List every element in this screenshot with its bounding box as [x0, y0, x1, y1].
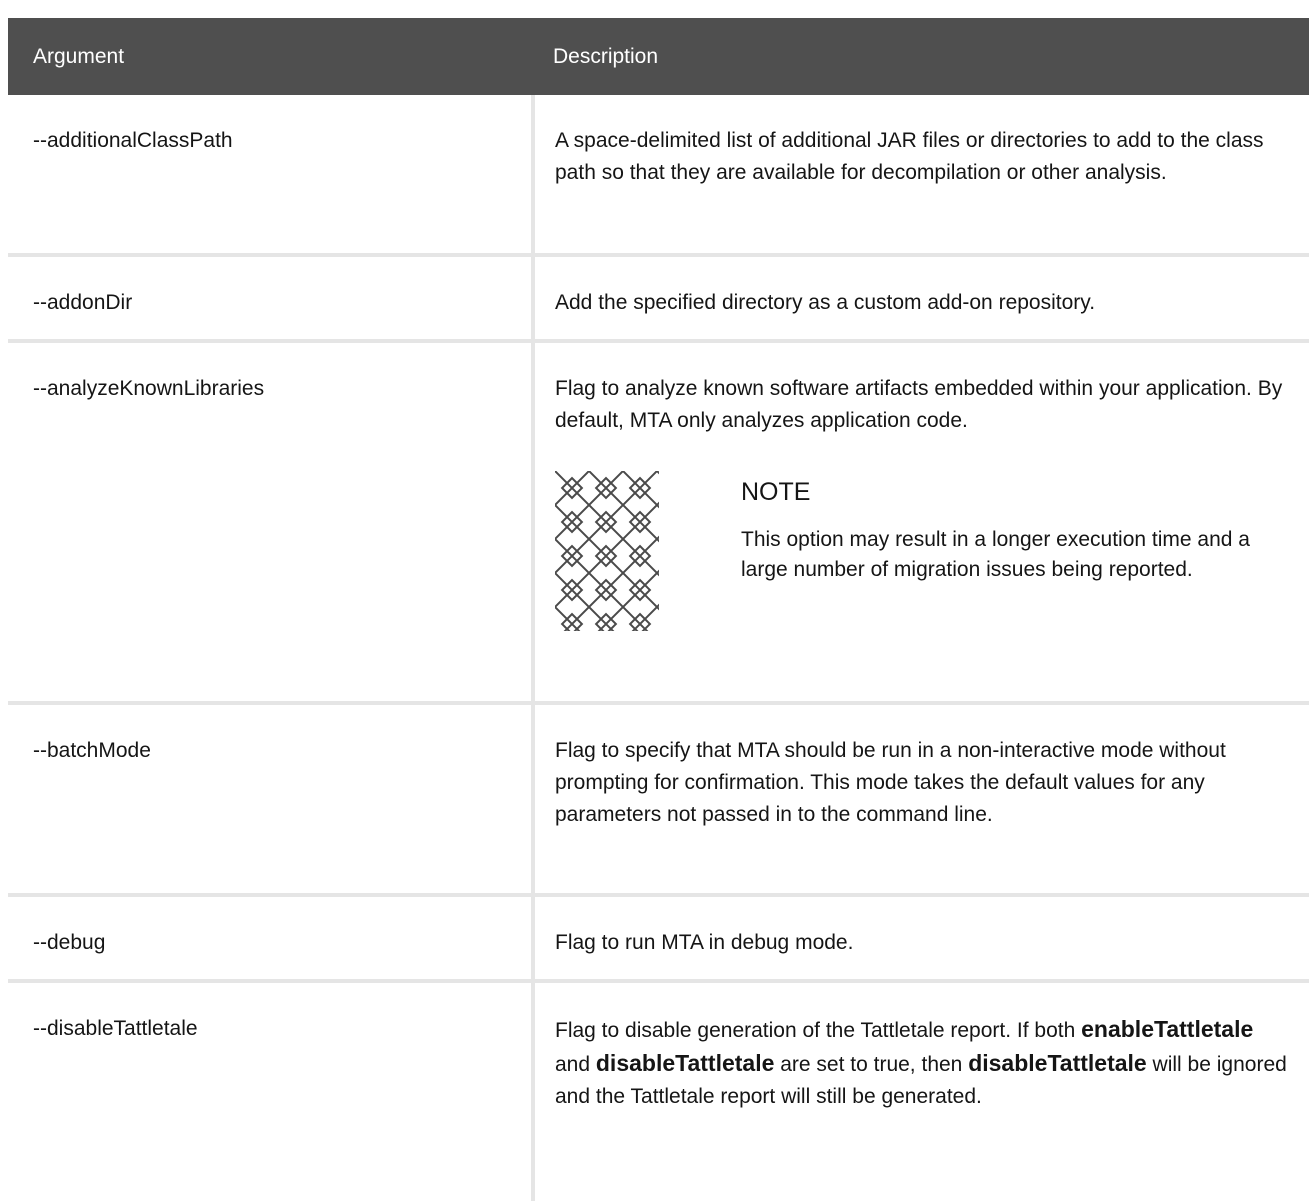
argument-cell: --additionalClassPath [8, 95, 535, 257]
table-row: --additionalClassPath A space-delimited … [8, 95, 1309, 257]
note-admonition: NOTE This option may result in a longer … [555, 471, 1289, 631]
description-text: Flag to analyze known software artifacts… [555, 377, 1283, 432]
table-row: --batchMode Flag to specify that MTA sho… [8, 703, 1309, 897]
table-row: --disableTattletale Flag to disable gene… [8, 981, 1309, 1201]
table-header: Argument Description [8, 18, 1309, 95]
description-cell: Flag to specify that MTA should be run i… [533, 703, 1309, 897]
arguments-table: Argument Description --additionalClassPa… [8, 18, 1309, 1201]
description-cell: Flag to disable generation of the Tattle… [533, 981, 1309, 1201]
note-text: This option may result in a longer execu… [741, 528, 1250, 581]
option-name-enable-tattletale: enableTattletale [1081, 1016, 1254, 1042]
description-cell: A space-delimited list of additional JAR… [533, 95, 1309, 257]
argument-cell: --disableTattletale [8, 981, 535, 1201]
note-body: NOTE This option may result in a longer … [741, 471, 1289, 631]
document-page: Argument Description --additionalClassPa… [0, 0, 1309, 1201]
argument-cell: --debug [8, 895, 535, 983]
header-description: Description [533, 18, 1309, 95]
option-name-disable-tattletale: disableTattletale [968, 1050, 1147, 1076]
description-text: and [555, 1053, 596, 1076]
argument-cell: --analyzeKnownLibraries [8, 341, 535, 705]
table-row: --debug Flag to run MTA in debug mode. [8, 895, 1309, 983]
description-text: Flag to disable generation of the Tattle… [555, 1019, 1082, 1042]
argument-cell: --addonDir [8, 255, 535, 343]
argument-cell: --batchMode [8, 703, 535, 897]
note-title: NOTE [741, 478, 811, 506]
description-cell: Flag to run MTA in debug mode. [533, 895, 1309, 983]
table-row: --analyzeKnownLibraries Flag to analyze … [8, 341, 1309, 705]
description-cell: Add the specified directory as a custom … [533, 255, 1309, 343]
header-argument: Argument [8, 18, 533, 95]
table-row: --addonDir Add the specified directory a… [8, 255, 1309, 343]
description-text: are set to true, then [774, 1053, 969, 1076]
note-pattern-icon [555, 471, 659, 631]
description-cell: Flag to analyze known software artifacts… [533, 341, 1309, 705]
option-name-disable-tattletale: disableTattletale [595, 1050, 775, 1076]
